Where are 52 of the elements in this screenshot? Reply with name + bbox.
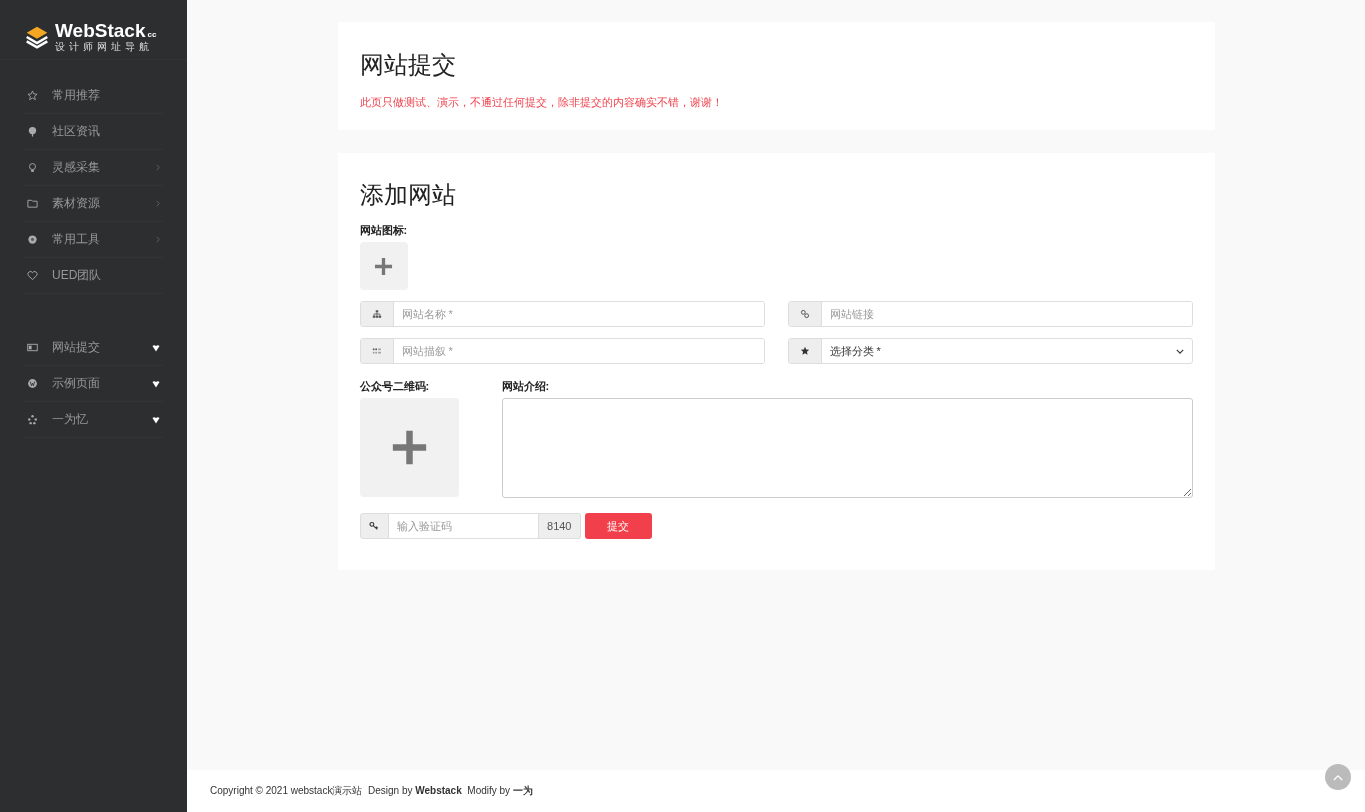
chevron-down-icon	[1175, 348, 1184, 354]
sidebar-menu-item[interactable]: 素材资源	[24, 186, 163, 222]
icon-upload[interactable]	[359, 242, 408, 290]
star-icon	[799, 346, 810, 356]
sidebar-menu-item[interactable]: UED团队	[24, 258, 163, 294]
caret-down-icon	[152, 343, 160, 352]
field-label: 网站图标:	[359, 223, 409, 238]
sidebar-menu-item[interactable]: 灵感采集	[24, 150, 163, 186]
sidebar-menu-item[interactable]: 示例页面	[24, 366, 163, 402]
sidebar-menu-item[interactable]: 网站提交	[24, 330, 163, 366]
caret-down-icon	[152, 379, 160, 388]
chevron-right-icon	[156, 236, 160, 243]
key-icon	[369, 521, 379, 531]
qr-code-upload[interactable]	[359, 398, 459, 497]
card-title: 添加网站	[359, 181, 457, 209]
field-label: 公众号二维码:	[359, 379, 431, 394]
field-label: 网站介绍:	[501, 379, 551, 394]
chevron-right-icon	[156, 164, 160, 171]
captcha-input[interactable]: 输入验证码	[388, 513, 539, 539]
folder-icon	[27, 198, 38, 209]
chevron-right-icon	[156, 200, 160, 207]
star-icon	[27, 90, 38, 101]
logo-wordmark: WebStack	[55, 20, 146, 41]
category-select[interactable]: 选择分类 *	[787, 338, 1193, 364]
bulb-icon	[27, 162, 38, 173]
sidebar-menu-item[interactable]: 常用推荐	[24, 78, 163, 114]
submit-button[interactable]: 提交	[584, 513, 652, 539]
flower-icon	[27, 414, 38, 425]
caret-down-icon	[152, 415, 160, 424]
input-field[interactable]: 网站链接	[787, 301, 1193, 327]
card-title: 网站提交	[359, 51, 457, 79]
logo-tagline: 设计师网址导航	[55, 40, 154, 53]
heart-icon	[27, 270, 38, 281]
input-field[interactable]: 网站名称 *	[359, 301, 765, 327]
input-field[interactable]: 网站描叙 *	[359, 338, 765, 364]
pin-icon	[27, 126, 38, 137]
logo-suffix: cc	[147, 29, 157, 39]
sidebar-menu-item[interactable]: 常用工具	[24, 222, 163, 258]
captcha-code: 8140	[539, 513, 581, 539]
plus-icon	[390, 429, 428, 466]
link-icon	[799, 309, 810, 319]
sidebar-menu-item[interactable]: 一为忆	[24, 402, 163, 438]
sidebar-menu-item[interactable]: 社区资讯	[24, 114, 163, 150]
dot-circle-icon	[27, 234, 38, 245]
circle-logo-icon	[27, 378, 38, 389]
footer-copyright: Copyright © 2021 webstack演示站 Design by Webstack Modify by 一为	[210, 784, 533, 798]
plus-icon	[374, 256, 393, 276]
chevron-up-icon	[1333, 773, 1343, 781]
dots-icon	[371, 346, 382, 356]
card-icon	[27, 342, 38, 353]
notice-text: 此页只做测试、演示，不通过任何提交，除非提交的内容确实不错，谢谢！	[359, 95, 724, 110]
sitemap-icon	[371, 309, 382, 319]
